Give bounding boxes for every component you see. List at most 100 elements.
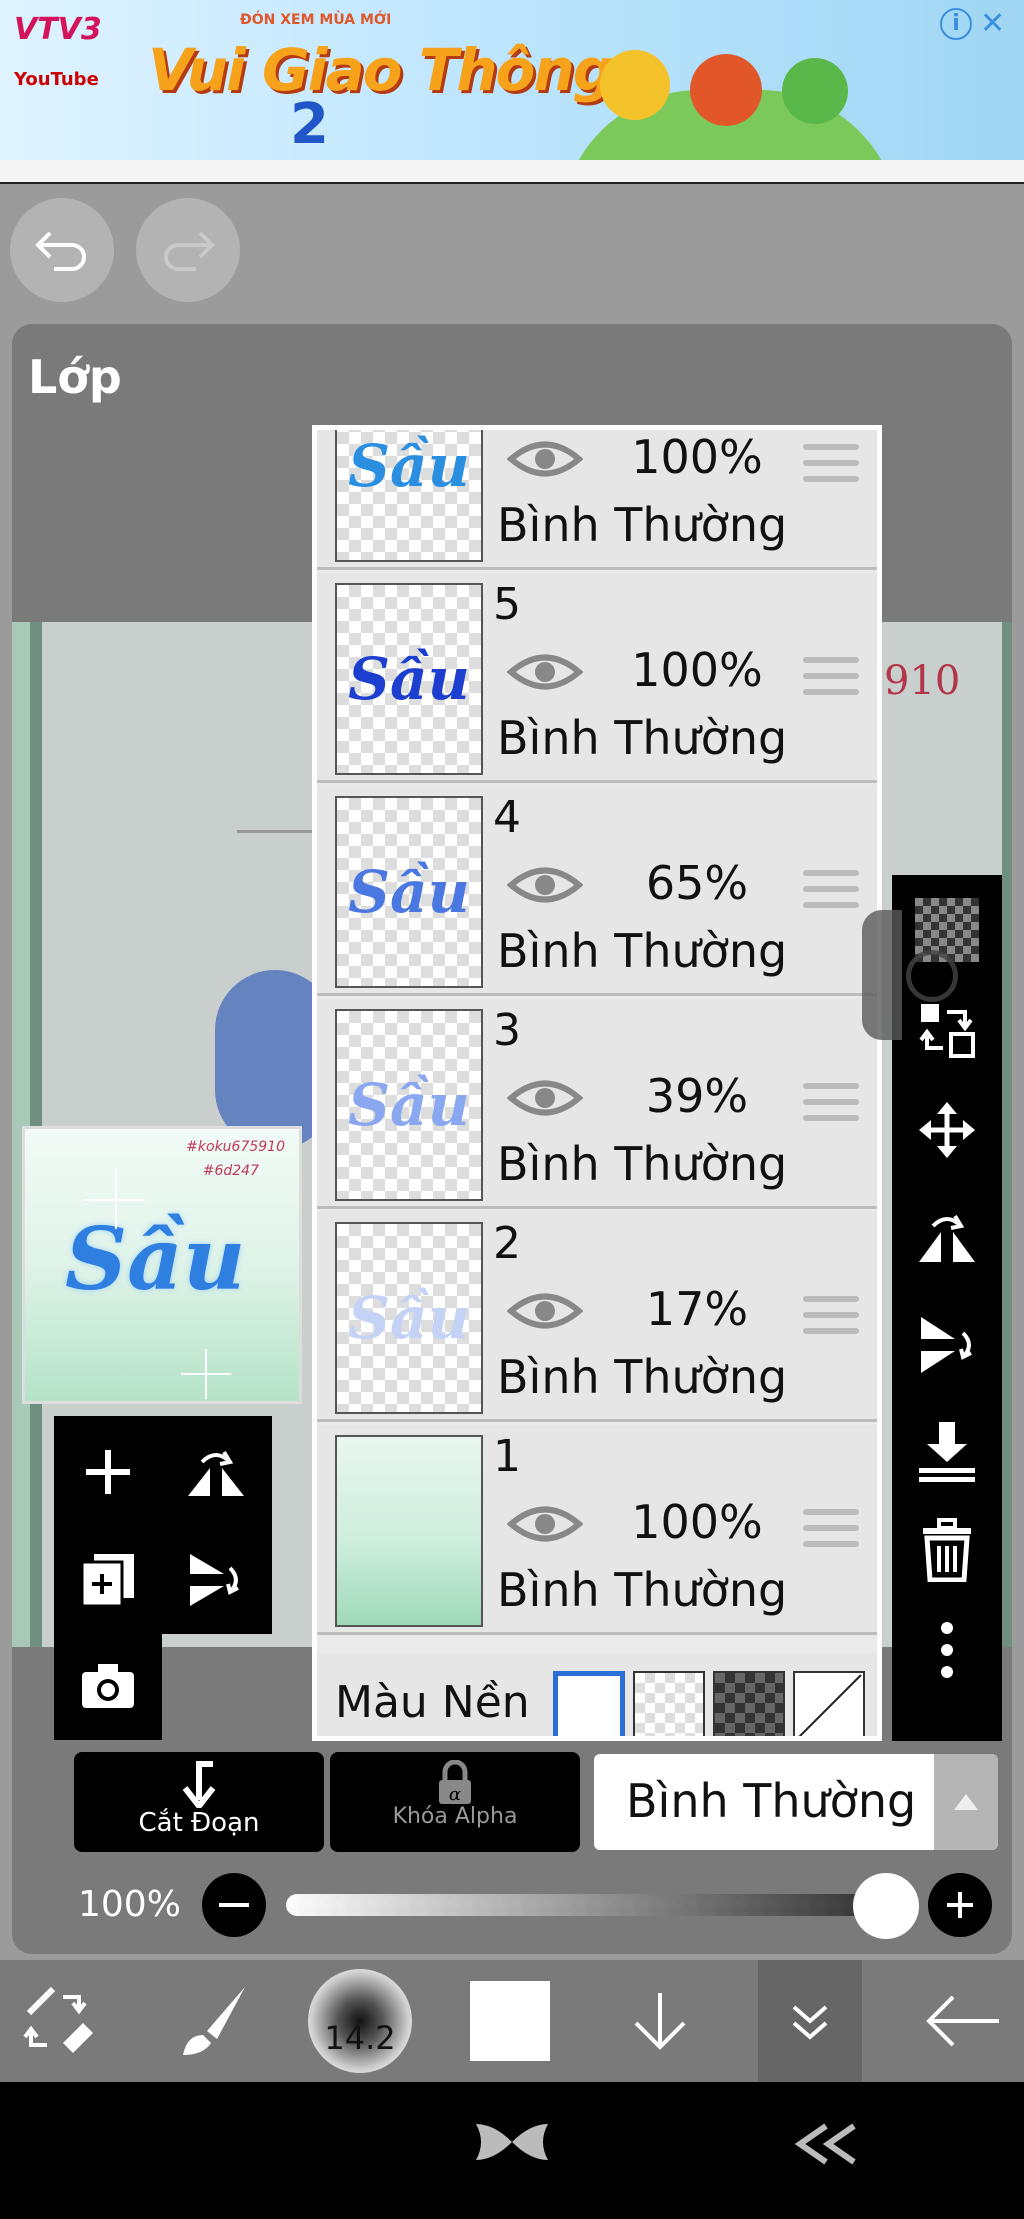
camera-button[interactable] (54, 1634, 162, 1740)
down-arrow-button[interactable] (600, 1960, 720, 2082)
redo-button[interactable] (136, 198, 240, 302)
ad-channel-logo: VTV3 YouTube (14, 12, 118, 90)
clipping-button[interactable]: Cắt Đoạn (74, 1752, 324, 1852)
layer-number: 4 (493, 792, 521, 843)
background-color-row: Màu Nền (317, 1653, 877, 1736)
camera-icon (82, 1664, 134, 1708)
layer-blend-mode: Bình Thường (497, 1563, 788, 1617)
eye-icon[interactable] (507, 862, 583, 908)
ad-channel: VTV3 (14, 12, 102, 47)
layer-thumbnail[interactable]: Sầu (335, 1009, 483, 1201)
double-chevron-left-icon (794, 2123, 856, 2165)
ad-channel-sub: YouTube (14, 69, 99, 90)
layer-row[interactable]: Sầu 5 100% Bình Thường (317, 573, 877, 783)
bg-dark-checker-swatch[interactable] (713, 1671, 785, 1736)
opacity-increase-button[interactable] (928, 1873, 992, 1937)
drag-handle-icon[interactable] (803, 1296, 859, 1344)
panel-title: Lớp (28, 350, 122, 404)
eye-icon[interactable] (507, 1075, 583, 1121)
drag-handle-icon[interactable] (803, 444, 859, 492)
system-nav-bar (0, 2082, 1024, 2219)
layer-thumbnail[interactable]: Sầu (335, 583, 483, 775)
layer-blend-mode: Bình Thường (497, 1137, 788, 1191)
eye-icon[interactable] (507, 436, 583, 482)
double-chevron-down-icon (792, 2005, 828, 2040)
swipe-gesture-button[interactable] (474, 2118, 550, 2170)
swap-layer-button[interactable] (892, 985, 1002, 1075)
brush-tool-button[interactable] (152, 1960, 274, 2082)
layer-thumbnail[interactable]: Sầu (335, 1222, 483, 1414)
color-button[interactable] (450, 1960, 570, 2082)
duplicate-icon (80, 1554, 134, 1608)
opacity-slider-thumb[interactable] (853, 1873, 919, 1939)
move-icon (919, 1102, 975, 1158)
nav-back-button[interactable] (792, 2122, 862, 2170)
ad-banner[interactable]: VTV3 YouTube ĐÓN XEM MÙA MỚI Vui Giao Th… (0, 0, 1024, 160)
eye-icon[interactable] (507, 649, 583, 695)
scroll-grip[interactable] (862, 910, 958, 1040)
brush-size-value: 14.2 (324, 2019, 396, 2057)
opacity-decrease-button[interactable] (202, 1873, 266, 1937)
drag-handle-icon[interactable] (803, 870, 859, 918)
ad-season: 2 (290, 92, 329, 157)
add-layer-button[interactable] (72, 1436, 144, 1508)
delete-layer-button[interactable] (892, 1505, 1002, 1595)
back-button[interactable] (902, 1960, 1024, 2082)
bg-white-swatch[interactable] (553, 1671, 625, 1736)
ad-close-icon[interactable]: ✕ (980, 6, 1005, 41)
eye-icon[interactable] (507, 1501, 583, 1547)
layer-opacity: 65% (645, 856, 749, 910)
flip-canvas-vertical-button[interactable] (180, 1544, 252, 1616)
flip-horizontal-icon (919, 1214, 975, 1262)
layer-opacity: 100% (631, 430, 763, 484)
eye-icon[interactable] (507, 1288, 583, 1334)
redo-icon (164, 231, 215, 271)
layer-number: 5 (493, 579, 521, 630)
layer-row[interactable]: 1 100% Bình Thường (317, 1425, 877, 1635)
bg-none-swatch[interactable] (793, 1671, 865, 1736)
ad-info-icon[interactable]: i (940, 8, 972, 40)
alpha-lock-button[interactable]: α Khóa Alpha (330, 1752, 580, 1852)
layer-row[interactable]: Sầu 2 17% Bình Thường (317, 1212, 877, 1422)
drag-handle-icon[interactable] (803, 1083, 859, 1131)
drag-handle-icon[interactable] (803, 1509, 859, 1557)
layer-number: 1 (493, 1431, 521, 1482)
svg-text:α: α (449, 1784, 461, 1805)
layer-thumbnail[interactable]: Sầu (335, 796, 483, 988)
layer-row[interactable]: Sầu 100% Bình Thường (317, 430, 877, 570)
merge-down-button[interactable] (892, 1405, 1002, 1495)
layer-blend-mode: Bình Thường (497, 498, 788, 552)
flip-horizontal-icon (188, 1450, 244, 1496)
preview-tag-2: #6d247 (202, 1163, 259, 1179)
merge-down-icon (919, 1422, 975, 1482)
blend-mode-select[interactable]: Bình Thường (594, 1754, 998, 1850)
ad-divider (0, 160, 1024, 184)
brush-size-button[interactable]: 14.2 (300, 1960, 420, 2082)
plus-icon (947, 1892, 973, 1918)
dropdown-button[interactable] (934, 1754, 998, 1850)
layers-panel-toggle[interactable] (758, 1960, 862, 2082)
canvas-preview[interactable]: #koku675910 #6d247 Sầu (22, 1126, 302, 1404)
right-toolbar (892, 875, 1002, 1741)
layer-row[interactable]: Sầu 3 39% Bình Thường (317, 999, 877, 1209)
layer-thumbnail[interactable] (335, 1435, 483, 1627)
drag-handle-icon[interactable] (803, 657, 859, 705)
more-options-button[interactable] (892, 1605, 1002, 1695)
flip-vertical-button[interactable] (892, 1300, 1002, 1390)
duplicate-layer-button[interactable] (72, 1544, 144, 1616)
arrow-down-icon (634, 1993, 686, 2050)
layer-thumbnail[interactable]: Sầu (335, 430, 483, 562)
layer-opacity: 17% (645, 1282, 749, 1336)
blend-mode-value: Bình Thường (626, 1774, 917, 1828)
select-transform-button[interactable] (0, 1960, 122, 2082)
layer-list[interactable]: Sầu 100% Bình Thường Sầu 5 100% Bình Thư… (312, 425, 882, 1741)
bow-icon (476, 2124, 548, 2160)
opacity-label: 100% (78, 1884, 181, 1925)
bg-transparent-swatch[interactable] (633, 1671, 705, 1736)
opacity-slider[interactable] (286, 1894, 886, 1916)
undo-button[interactable] (10, 198, 114, 302)
layer-row[interactable]: Sầu 4 65% Bình Thường (317, 786, 877, 996)
move-button[interactable] (892, 1085, 1002, 1175)
flip-canvas-horizontal-button[interactable] (180, 1436, 252, 1508)
flip-horizontal-button[interactable] (892, 1195, 1002, 1285)
